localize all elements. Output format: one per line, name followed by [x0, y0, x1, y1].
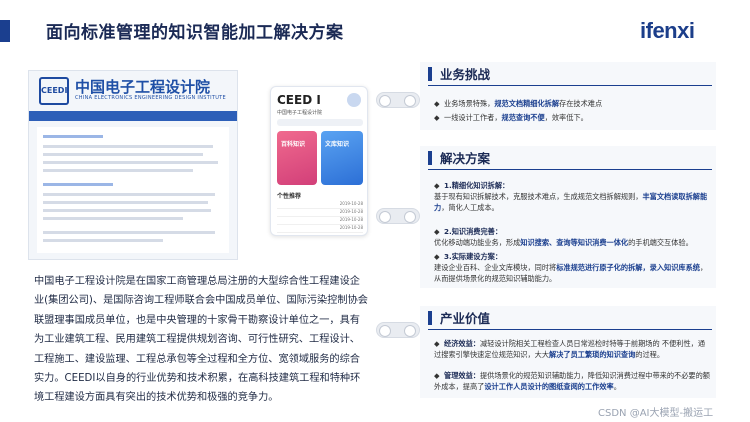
institute-intro: 中国电子工程设计院是在国家工商管理总局注册的大型综合性工程建设企业(集团公司)、… [34, 276, 368, 404]
item-heading: 1.精细化知识拆解： [444, 181, 510, 190]
item-highlight: 知识搜索、查询等知识消费一体化 [520, 238, 629, 247]
website-screenshot: CEEDI 中国电子工程设计院 CHINA ELECTRONICS ENGINE… [28, 70, 238, 260]
web-line [43, 231, 215, 234]
item-heading: 2.知识消费完善： [444, 227, 503, 236]
item-highlight: 规范查询不便 [501, 113, 545, 122]
panel-divider [428, 329, 712, 330]
item-text: ，简化人工成本。 [441, 203, 499, 212]
card-label: 文库知识 [325, 141, 350, 148]
panel-header: 产业价值 [420, 306, 716, 328]
avatar[interactable] [347, 93, 361, 107]
institute-emblem-icon: CEEDI [39, 77, 69, 105]
web-line [43, 135, 103, 138]
page-title: 面向标准管理的知识智能加工解决方案 [46, 23, 344, 43]
panel-accent [428, 151, 432, 165]
item-text: 业务场景特殊， [444, 99, 495, 108]
encyclopedia-card[interactable]: 百科知识 [277, 131, 317, 185]
item-text: 一线设计工作者， [444, 113, 502, 122]
phone-search-bar[interactable] [277, 119, 363, 126]
web-line [43, 169, 193, 172]
institute-name-en: CHINA ELECTRONICS ENGINEERING DESIGN INS… [75, 95, 226, 101]
item-text: 存在技术难点 [559, 99, 603, 108]
bullet-icon: ◆ [434, 181, 440, 190]
web-line [43, 183, 113, 186]
panel-divider [428, 85, 712, 86]
card-label: 百科知识 [281, 141, 306, 148]
toggle-connector [376, 92, 420, 108]
panel-title: 业务挑战 [440, 67, 491, 82]
list-item-date: 2019-10-28 [339, 209, 363, 214]
title-accent-bar [0, 20, 10, 42]
item-text: 建设企业百科、企业文库模块，同时将 [434, 263, 557, 272]
toggle-connector [376, 322, 420, 338]
bullet-icon: ◆ [434, 252, 440, 261]
panel-header: 解决方案 [420, 146, 716, 168]
web-line [43, 193, 215, 196]
web-line [43, 153, 203, 156]
web-line [43, 239, 163, 242]
value-panel: 产业价值 ◆ 经济效益：减轻设计院相关工程检查人员日常巡检时特等于前期场的 不便利… [420, 306, 716, 398]
website-content [37, 127, 229, 253]
panel-title: 解决方案 [440, 151, 491, 166]
bullet-icon: ◆ [434, 113, 440, 122]
bullet-icon: ◆ [434, 339, 440, 348]
item-highlight: 设计工作人员设计的图纸查阅的工作效率 [484, 382, 614, 391]
web-line [43, 217, 183, 220]
institute-brand: CEEDI 中国电子工程设计院 CHINA ELECTRONICS ENGINE… [39, 77, 229, 107]
item-highlight: 解决了员工繁琐的知识查询 [549, 350, 636, 359]
institute-name-cn: 中国电子工程设计院 [75, 78, 211, 96]
recommend-title: 个性推荐 [277, 193, 302, 200]
bullet-icon: ◆ [434, 371, 440, 380]
list-item[interactable]: 2019-10-28 [277, 209, 363, 217]
panel-title: 产业价值 [440, 311, 491, 326]
csdn-watermark: CSDN @AI大模型-搬运工 [598, 408, 714, 419]
item-highlight: 规范文档精细化拆解 [494, 99, 560, 108]
list-item[interactable]: 2019-10-28 [277, 217, 363, 225]
solution-item-2: ◆ 2.知识消费完善： 优化移动端功能业务，形成知识搜索、查询等知识消费一体化的手… [434, 226, 712, 248]
phone-app-subtitle: 中国电子工程设计院 [277, 110, 323, 116]
solution-item-1: ◆ 1.精细化知识拆解： 基于现有知识拆解技术，克服技术难点，生成规范文档拆解规则… [434, 180, 712, 213]
web-line [43, 201, 208, 204]
challenge-item: ◆ 一线设计工作者，规范查询不便，效率低下。 [434, 112, 712, 123]
web-line [43, 161, 218, 164]
panel-divider [428, 169, 712, 170]
item-text: 的过程。 [635, 350, 665, 359]
bullet-icon: ◆ [434, 227, 440, 236]
ifenxi-logo: ifenxi [640, 18, 695, 43]
challenge-item: ◆ 业务场景特殊，规范文档精细化拆解存在技术难点 [434, 98, 712, 109]
list-item-date: 2019-10-28 [339, 217, 363, 222]
value-item-1: ◆ 经济效益：减轻设计院相关工程检查人员日常巡检时特等于前期场的 不便利性，通过搜… [434, 338, 712, 360]
item-highlight: 标准规范进行原子化的拆解，录入知识库系统 [556, 263, 700, 272]
library-card[interactable]: 文库知识 [321, 131, 363, 185]
solution-panel: 解决方案 ◆ 1.精细化知识拆解： 基于现有知识拆解技术，克服技术难点，生成规范文… [420, 146, 716, 288]
list-item-date: 2019-10-28 [339, 201, 363, 206]
phone-app-mockup: CEED I 中国电子工程设计院 百科知识 文库知识 个性推荐 2019-10-… [270, 86, 368, 236]
list-item-date: 2019-10-28 [339, 225, 363, 230]
challenge-panel: 业务挑战 ◆ 业务场景特殊，规范文档精细化拆解存在技术难点 ◆ 一线设计工作者，规范… [420, 62, 716, 130]
website-nav-bar [29, 111, 237, 121]
item-heading: 3.实际建设方案： [444, 252, 503, 261]
item-text: 。 [613, 382, 621, 391]
item-text: ，效率低下。 [544, 113, 588, 122]
phone-app-title: CEED I [277, 93, 321, 107]
item-text: 优化移动端功能业务，形成 [434, 238, 521, 247]
list-item[interactable]: 2019-10-28 [277, 225, 363, 233]
item-heading: 经济效益： [444, 339, 480, 348]
web-line [43, 209, 211, 212]
panel-header: 业务挑战 [420, 62, 716, 84]
item-text: 基于现有知识拆解技术，克服技术难点，生成规范文档拆解规则， [434, 192, 643, 201]
solution-item-3: ◆ 3.实际建设方案： 建设企业百科、企业文库模块，同时将标准规范进行原子化的拆解… [434, 251, 712, 284]
value-item-2: ◆ 管理效益：提供场景化的规范知识辅助能力，降低知识消费过程中带来的不必要的额外成… [434, 370, 712, 392]
panel-accent [428, 311, 432, 325]
item-text: 的手机端交互体验。 [628, 238, 693, 247]
list-item[interactable]: 2019-10-28 [277, 201, 363, 209]
toggle-connector [376, 208, 420, 224]
bullet-icon: ◆ [434, 99, 440, 108]
panel-accent [428, 67, 432, 81]
item-heading: 管理效益： [444, 371, 480, 380]
web-line [43, 145, 213, 148]
